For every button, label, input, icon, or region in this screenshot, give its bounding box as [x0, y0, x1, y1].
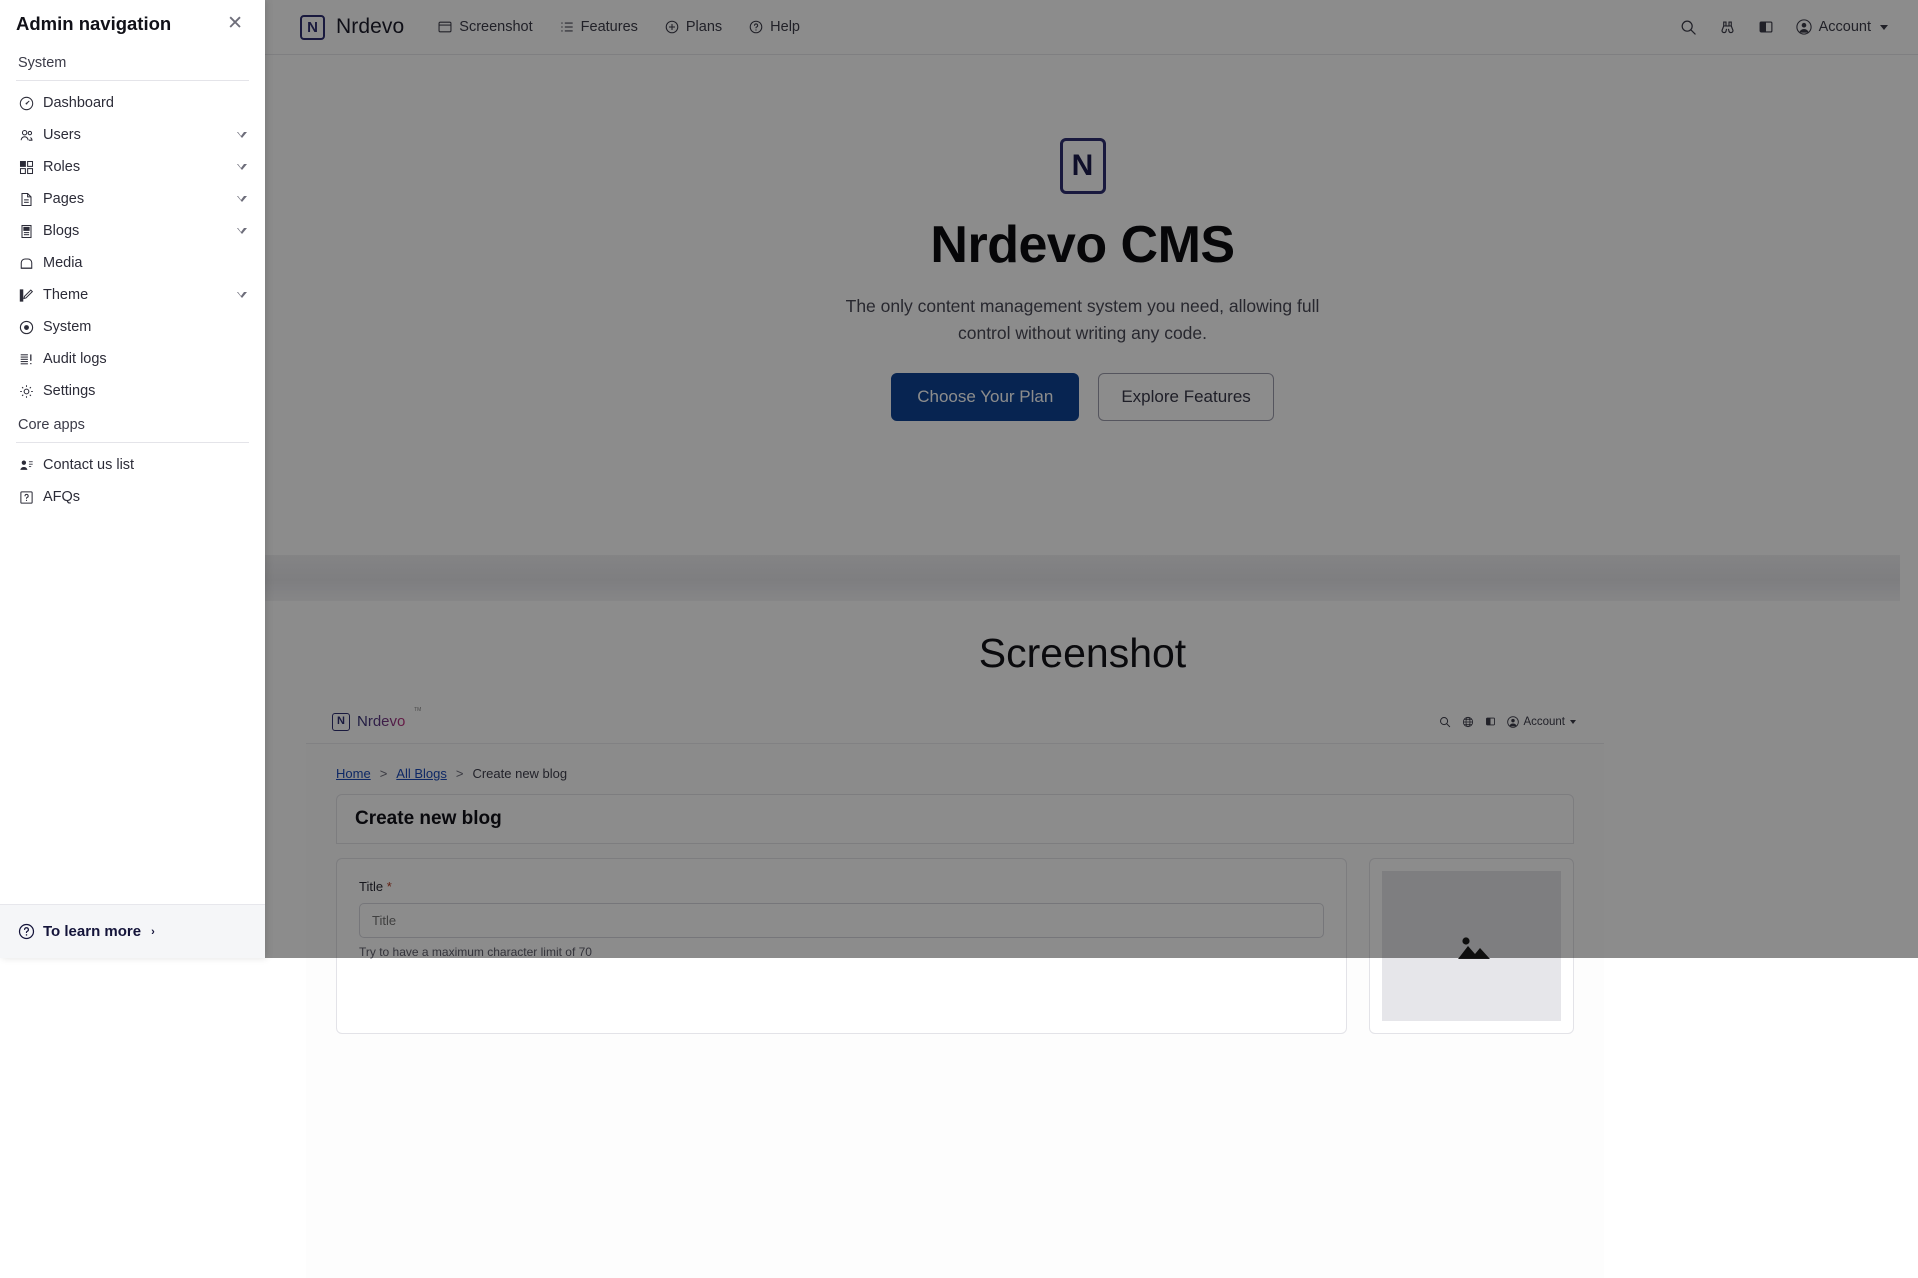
users-icon [18, 127, 34, 143]
sidebar-divider [16, 442, 249, 443]
dashboard-icon [18, 95, 34, 111]
admin-navigation-panel: Admin navigation ✕ System Dashboard User… [0, 0, 265, 958]
blog-icon [18, 223, 34, 239]
sidebar-item-label: Media [43, 255, 83, 271]
sidebar-item-label: System [43, 319, 91, 335]
sidebar-item-blogs[interactable]: Blogs [14, 215, 251, 247]
sidebar-item-theme[interactable]: Theme [14, 279, 251, 311]
sidebar-item-label: Theme [43, 287, 88, 303]
audit-log-icon [18, 351, 34, 367]
sidebar-title: Admin navigation [16, 13, 171, 35]
sidebar-item-pages[interactable]: Pages [14, 183, 251, 215]
chevron-down-icon[interactable] [237, 164, 247, 170]
chevron-down-icon[interactable] [237, 196, 247, 202]
question-circle-icon [18, 923, 35, 940]
sidebar-body: System Dashboard Users [0, 45, 265, 904]
sidebar-item-audit-logs[interactable]: Audit logs [14, 343, 251, 375]
contact-list-icon [18, 457, 34, 473]
sidebar-item-roles[interactable]: Roles [14, 151, 251, 183]
settings-gear-icon [18, 383, 34, 399]
faq-icon [18, 489, 34, 505]
sidebar-item-label: Users [43, 127, 81, 143]
theme-icon [18, 287, 34, 303]
sidebar-item-settings[interactable]: Settings [14, 375, 251, 407]
roles-icon [18, 159, 34, 175]
sidebar-divider [16, 80, 249, 81]
sidebar-item-label: AFQs [43, 489, 80, 505]
chevron-down-icon[interactable] [237, 292, 247, 298]
sidebar-item-label: Settings [43, 383, 95, 399]
sidebar-item-label: Blogs [43, 223, 79, 239]
sidebar-item-system[interactable]: System [14, 311, 251, 343]
chevron-down-icon[interactable] [237, 228, 247, 234]
system-icon [18, 319, 34, 335]
sidebar-group-label-core-apps: Core apps [14, 407, 251, 442]
sidebar-footer-learn-more[interactable]: To learn more › [0, 904, 265, 958]
sidebar-footer-label: To learn more [43, 923, 141, 940]
chevron-right-icon: › [151, 926, 155, 938]
sidebar-item-label: Pages [43, 191, 84, 207]
sidebar-item-label: Audit logs [43, 351, 107, 367]
sidebar-item-media[interactable]: Media [14, 247, 251, 279]
sidebar-group-label-system: System [14, 45, 251, 80]
sidebar-item-afqs[interactable]: AFQs [14, 481, 251, 513]
sidebar-item-dashboard[interactable]: Dashboard [14, 87, 251, 119]
sidebar-item-contact-us-list[interactable]: Contact us list [14, 449, 251, 481]
chevron-down-icon[interactable] [237, 132, 247, 138]
offcanvas-backdrop[interactable] [265, 0, 1918, 958]
sidebar-header: Admin navigation ✕ [0, 0, 265, 45]
media-icon [18, 255, 34, 271]
page-scrollbar[interactable] [1901, 0, 1918, 958]
sidebar-item-label: Dashboard [43, 95, 114, 111]
close-icon[interactable]: ✕ [223, 12, 247, 35]
sidebar-item-label: Contact us list [43, 457, 134, 473]
page-icon [18, 191, 34, 207]
sidebar-item-label: Roles [43, 159, 80, 175]
sidebar-item-users[interactable]: Users [14, 119, 251, 151]
